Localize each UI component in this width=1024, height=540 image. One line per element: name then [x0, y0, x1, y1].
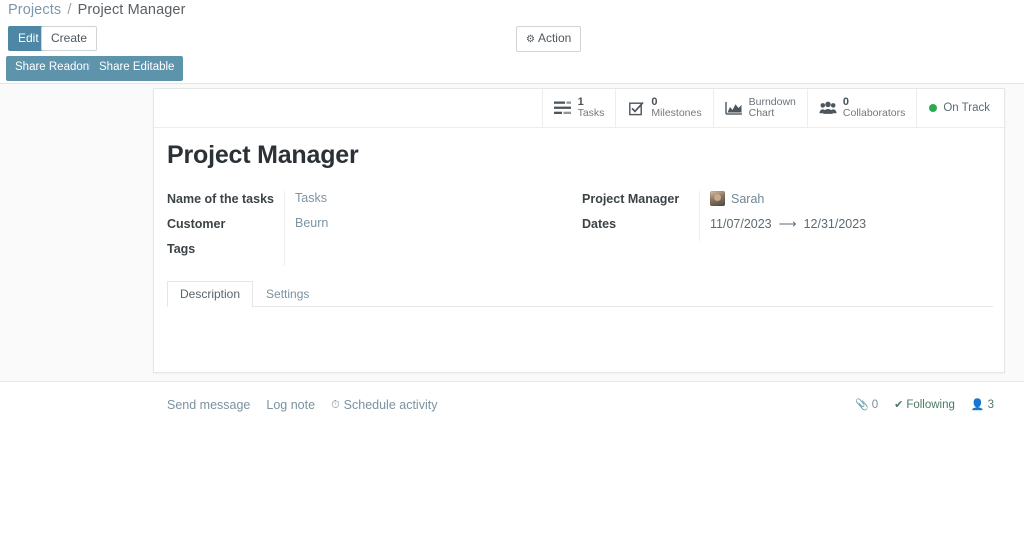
field-label-name-of-the-tasks: Name of the tasks — [167, 192, 274, 206]
field-group-right: Project Manager Sarah Dates 11/07/2023 ⟶ 1… — [582, 191, 1002, 241]
field-label-customer: Customer — [167, 217, 226, 231]
followers-count: 3 — [987, 398, 994, 411]
share-bar: Share Readonly Share Editable — [0, 56, 1024, 81]
field-value-dates[interactable]: 11/07/2023 ⟶ 12/31/2023 — [699, 216, 1002, 241]
arrow-right-icon: ⟶ — [778, 217, 797, 231]
field-value-name-of-the-tasks[interactable]: Tasks — [284, 191, 587, 216]
breadcrumb-current: Project Manager — [77, 2, 186, 18]
status-badge[interactable]: On Track — [916, 89, 1004, 127]
tab-description[interactable]: Description — [167, 281, 254, 307]
chatter-divider — [0, 381, 1024, 382]
chatter: Send message Log note ⏱ Schedule activit… — [0, 381, 1024, 540]
attachments-count: 0 — [871, 398, 879, 411]
field-row-customer: Customer Beurn — [167, 216, 587, 241]
project-manager-name: Sarah — [731, 192, 765, 206]
field-value-project-manager[interactable]: Sarah — [699, 191, 1002, 216]
send-message-button[interactable]: Send message — [167, 398, 250, 412]
check-square-icon — [627, 101, 645, 116]
notebook-page-description[interactable] — [167, 307, 993, 369]
share-editable-button[interactable]: Share Editable — [90, 56, 184, 81]
page-title: Project Manager — [167, 141, 359, 169]
paperclip-icon: 📎 — [854, 399, 869, 411]
field-value-tags[interactable] — [284, 241, 587, 266]
list-icon — [554, 101, 572, 115]
chatter-toolbar: Send message Log note ⏱ Schedule activit… — [167, 398, 437, 412]
stat-button-row: 1 Tasks 0 Milestones Burndown Chart 0 Co… — [541, 89, 1004, 127]
schedule-activity-label: Schedule activity — [343, 398, 438, 412]
create-button[interactable]: Create — [41, 26, 98, 51]
breadcrumb-root-link[interactable]: Projects — [8, 2, 61, 18]
stat-tasks-label: Tasks — [577, 107, 605, 119]
control-panel: Edit Create ⚙ Action — [0, 24, 1024, 52]
status-dot-icon — [929, 104, 938, 112]
stat-milestones-text: 0 Milestones — [651, 96, 702, 120]
attachments-counter[interactable]: 📎 0 — [854, 398, 879, 412]
tab-settings[interactable]: Settings — [253, 281, 322, 307]
following-label: Following — [906, 398, 955, 411]
field-row-project-manager: Project Manager Sarah — [582, 191, 1002, 216]
record-sheet: 1 Tasks 0 Milestones Burndown Chart 0 Co… — [153, 88, 1006, 373]
gear-icon: ⚙ — [526, 34, 535, 45]
stat-milestones[interactable]: 0 Milestones — [615, 89, 713, 127]
chart-area-icon — [724, 101, 743, 115]
field-label-dates: Dates — [582, 217, 617, 231]
field-label-tags: Tags — [167, 242, 196, 256]
breadcrumb: Projects / Project Manager — [8, 2, 186, 18]
stat-tasks-text: 1 Tasks — [577, 96, 605, 120]
field-row-tags: Tags — [167, 241, 587, 266]
stat-burndown-chart[interactable]: Burndown Chart — [712, 89, 807, 127]
stat-row-divider — [154, 127, 1006, 128]
check-icon: ✔ — [894, 399, 904, 411]
stat-tasks[interactable]: 1 Tasks — [541, 89, 616, 127]
date-end: 12/31/2023 — [803, 217, 867, 231]
field-label-project-manager: Project Manager — [582, 192, 680, 206]
clock-icon: ⏱ — [331, 398, 340, 411]
stat-collaborators-text: 0 Collaborators — [842, 96, 906, 120]
action-button-label: Action — [537, 31, 572, 45]
field-value-customer[interactable]: Beurn — [284, 216, 587, 241]
avatar — [710, 191, 725, 206]
field-row-name-of-the-tasks: Name of the tasks Tasks — [167, 191, 587, 216]
action-button[interactable]: ⚙ Action — [516, 26, 582, 52]
app-window: Projects / Project Manager Edit Create ⚙… — [0, 0, 1024, 540]
chatter-meta: 📎 0 ✔ Following 👤 3 — [854, 398, 994, 412]
notebook: Description Settings — [167, 281, 993, 369]
date-start: 11/07/2023 — [710, 217, 772, 231]
field-row-dates: Dates 11/07/2023 ⟶ 12/31/2023 — [582, 216, 1002, 241]
stat-milestones-label: Milestones — [651, 107, 702, 119]
field-group-left: Name of the tasks Tasks Customer Beurn T… — [167, 191, 587, 266]
log-note-button[interactable]: Log note — [266, 398, 315, 412]
schedule-activity-button[interactable]: ⏱ Schedule activity — [331, 398, 437, 412]
stat-burndown-text: Burndown Chart — [748, 96, 796, 120]
status-label: On Track — [943, 102, 990, 114]
stat-burndown-label-line2: Chart — [748, 107, 775, 119]
followers-counter[interactable]: 👤 3 — [970, 398, 994, 412]
user-icon: 👤 — [970, 399, 985, 411]
notebook-tabs: Description Settings — [167, 281, 993, 307]
users-icon — [819, 101, 837, 115]
following-button[interactable]: ✔ Following — [894, 398, 955, 412]
breadcrumb-separator: / — [67, 2, 72, 18]
stat-collaborators[interactable]: 0 Collaborators — [806, 89, 917, 127]
stat-collaborators-label: Collaborators — [842, 107, 906, 119]
